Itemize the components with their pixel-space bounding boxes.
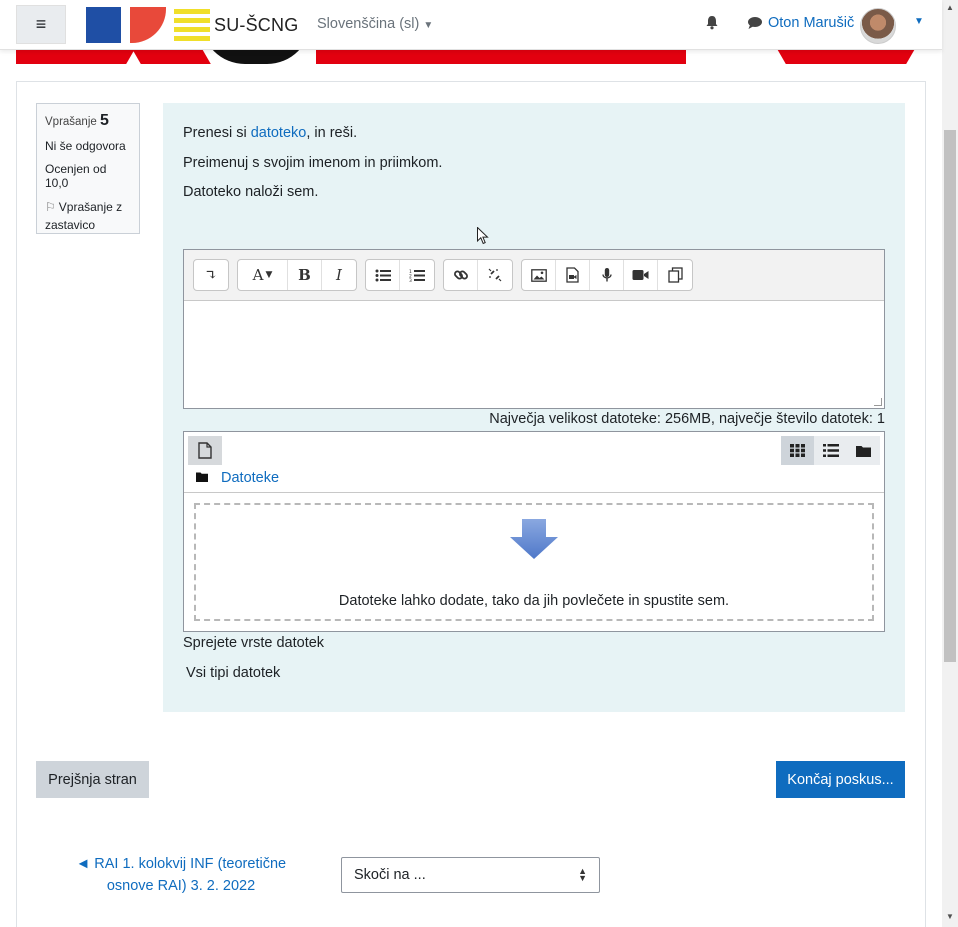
question-text: Prenesi si datoteko, in reši. Preimenuj …	[183, 125, 443, 200]
previous-page-button[interactable]: Prejšnja stran	[36, 761, 149, 798]
folder-icon	[196, 472, 208, 485]
file-manager: Datoteke Datoteke lahko dodate, tako da …	[183, 431, 885, 632]
page-scrollbar[interactable]: ▲ ▼	[942, 0, 958, 927]
unordered-list-icon[interactable]	[366, 260, 400, 290]
breadcrumb: Datoteke	[196, 470, 279, 486]
media-icon[interactable]	[556, 260, 590, 290]
language-menu[interactable]: Slovenščina (sl) ▼	[317, 16, 433, 32]
editor-toolbar: ↴ A ▼ B I 123	[184, 250, 884, 301]
chevron-down-icon[interactable]: ▼	[914, 16, 924, 27]
drop-zone-text: Datoteke lahko dodate, tako da jih povle…	[338, 593, 730, 609]
link-icon[interactable]	[444, 260, 478, 290]
arrow-down-icon	[510, 519, 558, 559]
text-editor: ↴ A ▼ B I 123	[183, 249, 885, 409]
resize-handle[interactable]	[874, 398, 882, 406]
manage-files-icon[interactable]	[658, 260, 692, 290]
unlink-icon[interactable]	[478, 260, 512, 290]
logo-yellow-bars	[174, 7, 210, 43]
sort-arrows-icon: ▲ ▼	[578, 866, 587, 883]
avatar[interactable]	[860, 8, 896, 44]
file-drop-zone[interactable]: Datoteke lahko dodate, tako da jih povle…	[194, 503, 874, 621]
bell-icon[interactable]	[705, 15, 719, 34]
question-info-panel: Vprašanje 5 Ni še odgovora Ocenjen od 10…	[36, 103, 140, 234]
accepted-file-types-value: Vsi tipi datotek	[186, 665, 281, 681]
italic-icon[interactable]: I	[322, 260, 356, 290]
editor-text-area[interactable]	[184, 301, 884, 408]
hamburger-icon: ≡	[35, 14, 47, 34]
user-name[interactable]: Oton Marušič	[768, 15, 854, 31]
image-icon[interactable]	[522, 260, 556, 290]
question-grade: Ocenjen od 10,0	[45, 162, 107, 190]
add-file-button[interactable]	[188, 436, 222, 465]
list-icon	[822, 444, 839, 457]
question-state: Ni še odgovora	[45, 139, 126, 153]
top-navbar: ≡ SU-ŠCNG Slovenščina (sl) ▼ Oton Marušič…	[0, 0, 942, 50]
jump-to-label: Skoči na ...	[354, 867, 426, 883]
max-file-size-info: Največja velikost datoteke: 256MB, najve…	[489, 411, 885, 427]
scrollbar-thumb[interactable]	[944, 130, 956, 662]
grid-icon	[790, 444, 805, 457]
download-file-link[interactable]: datoteko	[251, 125, 307, 141]
record-audio-icon[interactable]	[590, 260, 624, 290]
finish-attempt-button[interactable]: Končaj poskus...	[776, 761, 905, 798]
view-tree-button[interactable]	[847, 436, 880, 465]
question-number: Vprašanje 5	[45, 112, 109, 129]
folder-icon	[856, 445, 871, 457]
bold-icon[interactable]: B	[288, 260, 322, 290]
svg-text:3: 3	[409, 278, 412, 282]
scroll-down-icon[interactable]: ▼	[946, 912, 954, 921]
view-icons-button[interactable]	[781, 436, 814, 465]
record-video-icon[interactable]	[624, 260, 658, 290]
file-icon	[198, 442, 212, 459]
flag-icon: ⚐	[45, 200, 56, 214]
accepted-file-types-label: Sprejete vrste datotek	[183, 635, 325, 651]
jump-to-select[interactable]: Skoči na ... ▲ ▼	[341, 857, 600, 893]
files-folder-link[interactable]: Datoteke	[221, 470, 279, 486]
view-list-button[interactable]	[814, 436, 847, 465]
font-color-icon[interactable]: A ▼	[238, 260, 288, 290]
language-label: Slovenščina (sl)	[317, 16, 420, 32]
logo-red-shape	[130, 7, 166, 43]
chevron-down-icon: ▼	[423, 20, 434, 31]
menu-toggle-button[interactable]: ≡	[16, 5, 66, 44]
question-content: Prenesi si datoteko, in reši. Preimenuj …	[163, 103, 905, 712]
chat-icon[interactable]	[747, 16, 763, 34]
expand-icon[interactable]: ↴	[194, 260, 228, 290]
mouse-cursor-icon	[477, 227, 489, 245]
flag-question-toggle[interactable]: ⚐ Vprašanje z zastavico	[45, 198, 133, 234]
site-name: SU-ŠCNG	[214, 14, 299, 35]
scroll-up-icon[interactable]: ▲	[946, 3, 954, 12]
back-to-activity-link[interactable]: ◄ RAI 1. kolokvij INF (teoretične osnove…	[66, 853, 296, 897]
header-banner-image	[16, 50, 926, 65]
ordered-list-icon[interactable]: 123	[400, 260, 434, 290]
site-logo[interactable]: SU-ŠCNG	[86, 6, 298, 44]
logo-blue-square	[86, 7, 121, 43]
